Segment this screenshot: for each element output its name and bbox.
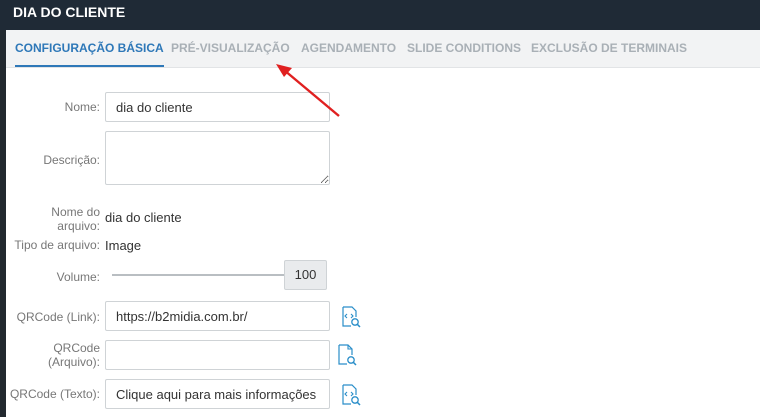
tab-pre-visualizacao[interactable]: PRÉ-VISUALIZAÇÃO [171,30,290,67]
code-search-icon[interactable] [341,384,361,406]
tab-slide-conditions[interactable]: SLIDE CONDITIONS [407,30,521,67]
tipo-arquivo-value: Image [105,238,142,253]
tab-exclusao-de-terminais[interactable]: EXCLUSÃO DE TERMINAIS [531,30,687,67]
qrcode-arquivo-label-line2: (Arquivo): [47,355,100,369]
qrcode-arquivo-label-line1: QRCode [53,341,100,355]
tab-configuracao-basica[interactable]: CONFIGURAÇÃO BÁSICA [15,30,164,67]
tipo-arquivo-label: Tipo de arquivo: [14,238,100,252]
qrcode-link-input[interactable] [106,302,329,330]
nome-arquivo-value: dia do cliente [105,210,182,225]
qrcode-texto-input[interactable] [106,380,329,408]
qrcode-arquivo-label: QRCode (Arquivo): [0,341,100,369]
code-search-icon[interactable] [341,306,361,328]
nome-arquivo-label-line2: arquivo: [57,219,100,233]
nome-label: Nome: [64,100,100,114]
tab-bar: CONFIGURAÇÃO BÁSICA PRÉ-VISUALIZAÇÃO AGE… [6,30,760,68]
descricao-label: Descrição: [43,153,100,167]
nome-arquivo-label-line1: Nome do [51,205,100,219]
qrcode-arquivo-input[interactable] [106,341,329,369]
qrcode-arquivo-field[interactable] [105,340,330,370]
descricao-textarea[interactable] [105,131,330,185]
volume-value-box[interactable]: 100 [284,260,327,290]
nome-arquivo-label: Nome do arquivo: [0,205,100,233]
qrcode-texto-label: QRCode (Texto): [9,387,100,401]
file-search-icon[interactable] [337,344,357,366]
volume-label: Volume: [56,270,100,284]
qrcode-texto-field[interactable] [105,379,330,409]
volume-slider-track[interactable] [112,274,300,276]
qrcode-link-label: QRCode (Link): [16,310,100,324]
qrcode-link-field[interactable] [105,301,330,331]
nome-field[interactable] [105,92,330,122]
window-title: DIA DO CLIENTE [0,0,760,30]
tab-agendamento[interactable]: AGENDAMENTO [301,30,396,67]
nome-input[interactable] [106,93,329,121]
